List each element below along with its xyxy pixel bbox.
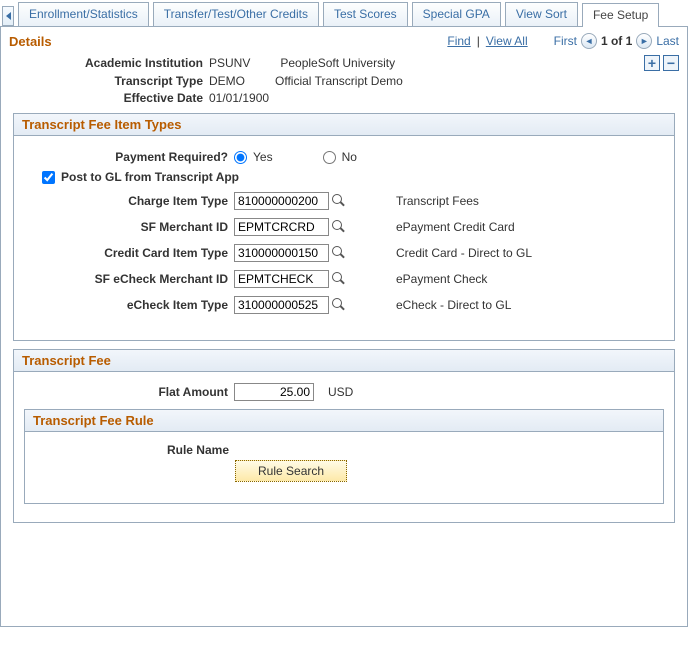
tab-row: Enrollment/Statistics Transfer/Test/Othe…: [0, 0, 688, 27]
tab-special-gpa[interactable]: Special GPA: [412, 2, 501, 26]
flat-amount-input[interactable]: [234, 383, 314, 401]
effective-date-value: 01/01/1900: [209, 91, 269, 105]
transcript-type-code: DEMO: [209, 74, 245, 88]
add-row-button[interactable]: +: [644, 55, 660, 71]
flat-amount-currency: USD: [328, 385, 353, 399]
post-to-gl-checkbox[interactable]: [42, 171, 55, 184]
rule-search-button[interactable]: Rule Search: [235, 460, 347, 482]
payment-required-row: Payment Required? Yes No: [24, 150, 664, 164]
delete-row-button[interactable]: −: [663, 55, 679, 71]
effective-date-row: Effective Date 01/01/1900: [9, 91, 679, 105]
transcript-fee-section: Transcript Fee Flat Amount USD Transcrip…: [13, 349, 675, 523]
charge-item-type-lookup-icon[interactable]: [332, 194, 346, 208]
transcript-fee-rule-title: Transcript Fee Rule: [25, 410, 663, 432]
payment-required-yes-radio[interactable]: [234, 151, 247, 164]
transcript-type-label: Transcript Type: [9, 74, 209, 88]
no-label: No: [342, 150, 357, 164]
sf-echeck-merchant-id-input[interactable]: [234, 270, 329, 288]
tab-transfer-test-other-credits[interactable]: Transfer/Test/Other Credits: [153, 2, 319, 26]
credit-card-item-type-input[interactable]: [234, 244, 329, 262]
rule-name-label: Rule Name: [35, 443, 235, 457]
rule-name-row: Rule Name: [35, 443, 653, 457]
flat-amount-label: Flat Amount: [24, 385, 234, 399]
sf-echeck-merchant-id-lookup-icon[interactable]: [332, 272, 346, 286]
echeck-item-type-desc: eCheck - Direct to GL: [396, 298, 511, 312]
tab-fee-setup[interactable]: Fee Setup: [582, 3, 659, 27]
transcript-fee-title: Transcript Fee: [14, 350, 674, 372]
sf-merchant-id-lookup-icon[interactable]: [332, 220, 346, 234]
echeck-item-type-row: eCheck Item Type eCheck - Direct to GL: [24, 296, 664, 314]
academic-institution-code: PSUNV: [209, 56, 250, 70]
charge-item-type-label: Charge Item Type: [24, 194, 234, 208]
sf-echeck-merchant-id-row: SF eCheck Merchant ID ePayment Check: [24, 270, 664, 288]
sf-merchant-id-label: SF Merchant ID: [24, 220, 234, 234]
last-label: Last: [656, 34, 679, 48]
rule-search-row: Rule Search: [235, 460, 653, 482]
view-all-link[interactable]: View All: [486, 34, 528, 48]
row-position: 1 of 1: [601, 34, 632, 48]
next-button[interactable]: ►: [636, 33, 652, 49]
charge-item-type-row: Charge Item Type Transcript Fees: [24, 192, 664, 210]
payment-required-no-radio[interactable]: [323, 151, 336, 164]
post-to-gl-label: Post to GL from Transcript App: [61, 170, 239, 184]
charge-item-type-input[interactable]: [234, 192, 329, 210]
transcript-type-row: Transcript Type DEMO Official Transcript…: [9, 74, 679, 88]
sf-merchant-id-desc: ePayment Credit Card: [396, 220, 515, 234]
credit-card-item-type-row: Credit Card Item Type Credit Card - Dire…: [24, 244, 664, 262]
tab-scroll-left-icon[interactable]: [2, 6, 14, 26]
payment-required-no-option[interactable]: No: [323, 150, 357, 164]
credit-card-item-type-label: Credit Card Item Type: [24, 246, 234, 260]
first-label: First: [554, 34, 577, 48]
separator: |: [475, 34, 482, 48]
details-toolbar: Details Find | View All First ◄ 1 of 1 ►…: [9, 33, 679, 49]
tab-view-sort[interactable]: View Sort: [505, 2, 578, 26]
page-body: Details Find | View All First ◄ 1 of 1 ►…: [0, 27, 688, 627]
academic-institution-row: Academic Institution PSUNV PeopleSoft Un…: [9, 55, 679, 71]
find-link[interactable]: Find: [447, 34, 470, 48]
payment-required-yes-option[interactable]: Yes: [234, 150, 273, 164]
effective-date-label: Effective Date: [9, 91, 209, 105]
prev-button[interactable]: ◄: [581, 33, 597, 49]
academic-institution-label: Academic Institution: [9, 56, 209, 70]
details-title: Details: [9, 34, 52, 49]
transcript-fee-rule-section: Transcript Fee Rule Rule Name Rule Searc…: [24, 409, 664, 504]
transcript-fee-item-types-title: Transcript Fee Item Types: [14, 114, 674, 136]
sf-merchant-id-input[interactable]: [234, 218, 329, 236]
credit-card-item-type-lookup-icon[interactable]: [332, 246, 346, 260]
charge-item-type-desc: Transcript Fees: [396, 194, 479, 208]
credit-card-item-type-desc: Credit Card - Direct to GL: [396, 246, 532, 260]
echeck-item-type-input[interactable]: [234, 296, 329, 314]
payment-required-label: Payment Required?: [24, 150, 234, 164]
tab-enrollment-statistics[interactable]: Enrollment/Statistics: [18, 2, 149, 26]
echeck-item-type-label: eCheck Item Type: [24, 298, 234, 312]
tab-test-scores[interactable]: Test Scores: [323, 2, 408, 26]
yes-label: Yes: [253, 150, 273, 164]
echeck-item-type-lookup-icon[interactable]: [332, 298, 346, 312]
transcript-fee-item-types-section: Transcript Fee Item Types Payment Requir…: [13, 113, 675, 341]
academic-institution-desc: PeopleSoft University: [280, 56, 395, 70]
sf-merchant-id-row: SF Merchant ID ePayment Credit Card: [24, 218, 664, 236]
transcript-type-desc: Official Transcript Demo: [275, 74, 403, 88]
sf-echeck-merchant-id-desc: ePayment Check: [396, 272, 487, 286]
sf-echeck-merchant-id-label: SF eCheck Merchant ID: [24, 272, 234, 286]
post-to-gl-row: Post to GL from Transcript App: [42, 170, 664, 184]
flat-amount-row: Flat Amount USD: [24, 383, 664, 401]
